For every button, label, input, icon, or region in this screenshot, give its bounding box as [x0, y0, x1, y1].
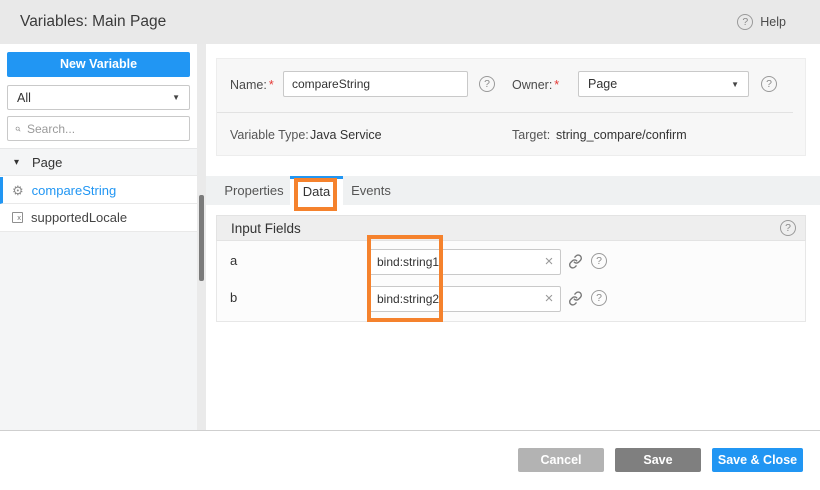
help-icon: ? — [737, 14, 753, 30]
chevron-down-icon: ▼ — [731, 80, 739, 89]
owner-selected-value: Page — [588, 77, 617, 91]
field-a-help-icon[interactable]: ? — [591, 253, 607, 269]
variable-filter-select[interactable]: All ▼ — [7, 85, 190, 110]
required-asterisk: * — [269, 78, 274, 92]
tab-bar: Properties Data Events — [206, 176, 820, 205]
help-label: Help — [760, 15, 786, 29]
locale-icon: x — [12, 212, 23, 223]
save-and-close-button[interactable]: Save & Close — [712, 448, 803, 472]
bind-link-icon[interactable] — [568, 291, 583, 306]
search-input[interactable] — [27, 122, 182, 136]
clear-icon[interactable]: × — [541, 254, 557, 270]
field-b-help-icon[interactable]: ? — [591, 290, 607, 306]
tree-item-supportedlocale[interactable]: x supportedLocale — [0, 204, 197, 232]
target-label: Target: — [512, 128, 550, 142]
bind-link-icon[interactable] — [568, 254, 583, 269]
sidebar-scrollbar-thumb[interactable] — [199, 195, 204, 281]
variable-type-label: Variable Type: — [230, 128, 309, 142]
panel-divider — [217, 112, 793, 113]
required-asterisk: * — [554, 78, 559, 92]
tab-data[interactable]: Data — [290, 176, 343, 205]
search-icon — [15, 123, 21, 135]
footer-divider — [0, 430, 820, 431]
filter-selected-value: All — [17, 91, 31, 105]
page-title: Variables: Main Page — [20, 0, 166, 44]
field-a-input[interactable] — [368, 249, 561, 275]
expander-down-icon[interactable]: ▾ — [14, 157, 28, 168]
cancel-button[interactable]: Cancel — [518, 448, 604, 472]
save-button[interactable]: Save — [615, 448, 701, 472]
tree-item-comparestring[interactable]: ⚙ compareString — [0, 177, 197, 204]
gear-icon: ⚙ — [12, 184, 24, 197]
name-help-icon[interactable]: ? — [479, 76, 495, 92]
tree-item-label: supportedLocale — [31, 210, 127, 225]
owner-label: Owner:* — [512, 78, 559, 92]
field-a-label: a — [230, 253, 237, 268]
tab-properties[interactable]: Properties — [218, 176, 290, 205]
new-variable-button[interactable]: New Variable — [7, 52, 190, 77]
variables-dialog: Variables: Main Page ? Help New Variable… — [0, 0, 820, 490]
dialog-header: Variables: Main Page ? Help — [0, 0, 820, 44]
chevron-down-icon: ▼ — [172, 93, 180, 102]
variable-type-value: Java Service — [310, 128, 382, 142]
field-b-label: b — [230, 290, 237, 305]
variable-search[interactable] — [7, 116, 190, 141]
owner-select[interactable]: Page ▼ — [578, 71, 749, 97]
input-fields-title: Input Fields — [231, 221, 301, 236]
help-link[interactable]: ? Help — [737, 0, 786, 44]
sidebar-empty-area — [0, 232, 197, 430]
name-label: Name:* — [230, 78, 274, 92]
owner-help-icon[interactable]: ? — [761, 76, 777, 92]
input-fields-help-icon[interactable]: ? — [780, 220, 796, 236]
tree-item-label: compareString — [32, 183, 117, 198]
field-b-input[interactable] — [368, 286, 561, 312]
tree-group-label: Page — [32, 155, 62, 170]
input-fields-header: Input Fields ? — [216, 215, 806, 241]
tree-group-page[interactable]: ▾ Page — [0, 148, 197, 176]
name-field[interactable] — [283, 71, 468, 97]
tab-events[interactable]: Events — [343, 176, 399, 205]
clear-icon[interactable]: × — [541, 291, 557, 307]
target-value: string_compare/confirm — [556, 128, 687, 142]
